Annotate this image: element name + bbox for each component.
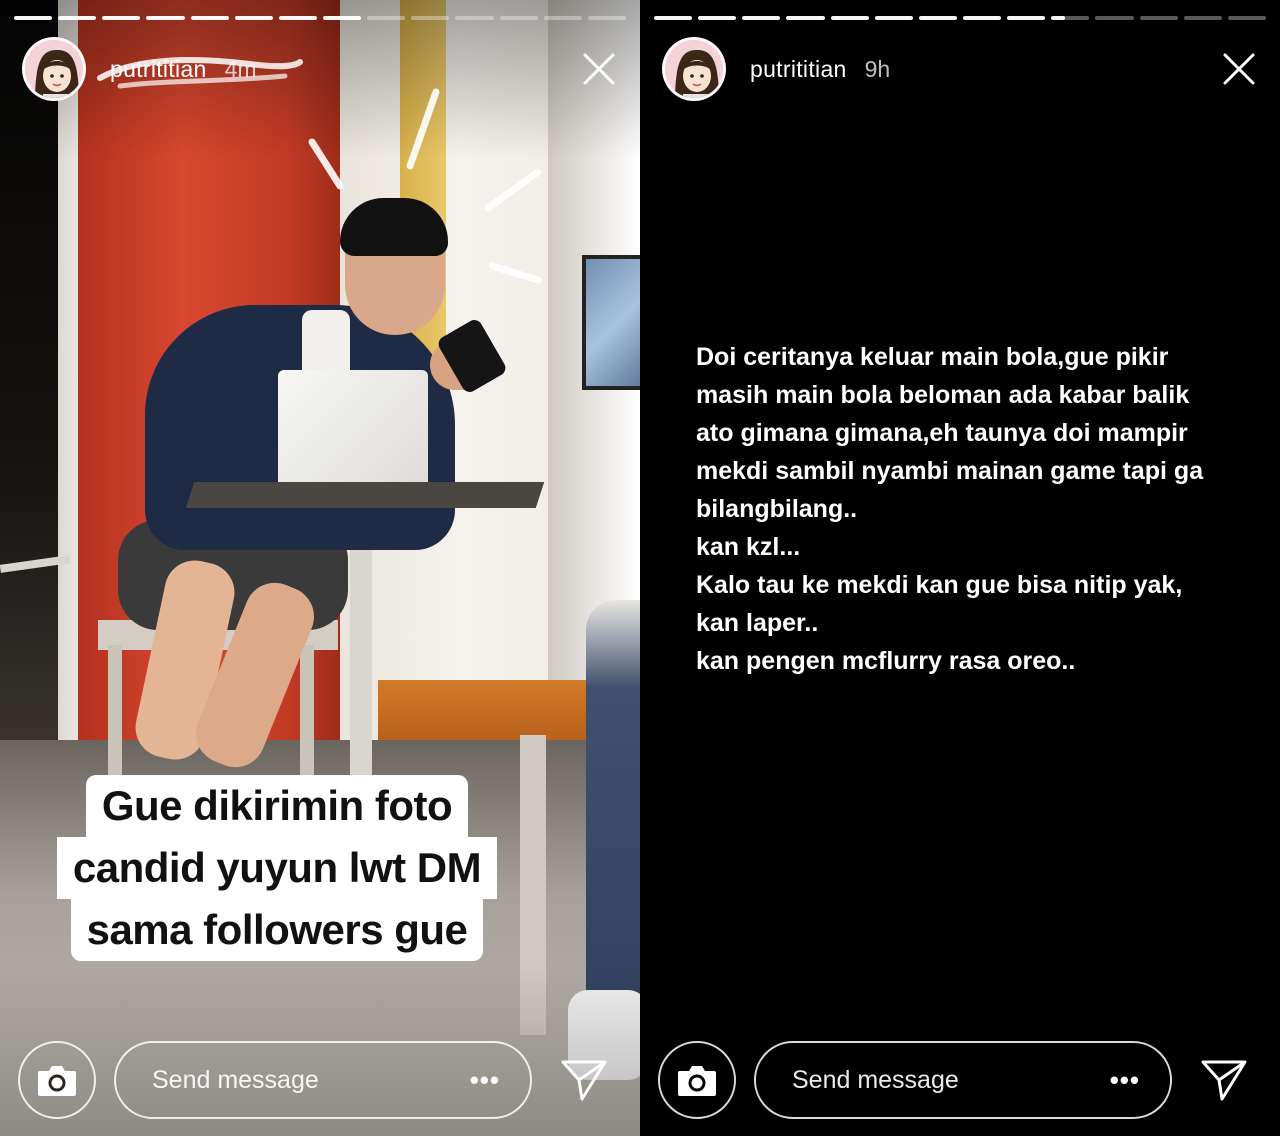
caption-line: Gue dikirimin foto	[85, 775, 469, 837]
story-footer: Send message •••	[18, 1040, 622, 1120]
progress-segment	[1095, 16, 1134, 20]
progress-segment	[146, 16, 185, 20]
progress-segment-fill	[918, 16, 957, 20]
progress-segment	[1227, 16, 1266, 20]
progress-segment	[278, 16, 317, 20]
progress-segment	[367, 16, 406, 20]
avatar[interactable]	[22, 37, 86, 101]
progress-segment	[322, 16, 362, 20]
progress-segment-fill	[830, 16, 869, 20]
story-text-line: Doi ceritanya keluar main bola,gue pikir	[696, 343, 1169, 371]
progress-segment	[411, 16, 450, 20]
progress-segment	[742, 16, 781, 20]
story-text[interactable]: putrititian 9h Doi ceritanya keluar main…	[640, 0, 1280, 1136]
send-button[interactable]	[1198, 1054, 1250, 1106]
progress-segment	[102, 16, 141, 20]
message-placeholder: Send message	[792, 1065, 959, 1094]
story-photo[interactable]: putrititian 4m Gue dikirimin foto candid…	[0, 0, 640, 1136]
camera-icon	[38, 1066, 76, 1096]
progress-segment	[962, 16, 1002, 20]
story-username[interactable]: putrititian	[750, 56, 847, 83]
close-icon	[1223, 53, 1255, 85]
story-photo-image	[0, 0, 640, 1136]
story-text-line: kan pengen mcflurry rasa oreo..	[696, 647, 1076, 675]
send-icon	[561, 1060, 607, 1101]
camera-button[interactable]	[658, 1041, 736, 1119]
camera-icon	[678, 1066, 716, 1096]
story-text-line: Kalo tau ke mekdi kan gue bisa nitip yak…	[696, 571, 1183, 599]
story-text-line: bilangbilang..	[696, 495, 858, 523]
close-icon	[583, 53, 615, 85]
more-dots-icon[interactable]: •••	[470, 1065, 500, 1096]
send-button[interactable]	[558, 1054, 610, 1106]
progress-segment	[14, 16, 53, 20]
camera-button[interactable]	[18, 1041, 96, 1119]
more-dots-icon[interactable]: •••	[1110, 1065, 1140, 1096]
caption-line: sama followers gue	[70, 899, 484, 961]
message-placeholder: Send message	[152, 1065, 319, 1094]
progress-segment-fill	[234, 16, 273, 20]
avatar-illustration-icon	[25, 40, 83, 98]
progress-segment-fill	[278, 16, 317, 20]
progress-segment	[698, 16, 737, 20]
story-progress	[14, 16, 626, 20]
send-message-input[interactable]: Send message •••	[754, 1041, 1172, 1119]
progress-segment-fill	[786, 16, 825, 20]
send-message-input[interactable]: Send message •••	[114, 1041, 532, 1119]
progress-segment	[455, 16, 494, 20]
progress-segment	[587, 16, 626, 20]
progress-segment	[830, 16, 869, 20]
progress-segment	[1051, 16, 1090, 20]
send-icon	[1201, 1060, 1247, 1101]
progress-segment	[499, 16, 538, 20]
progress-segment	[58, 16, 97, 20]
story-text-line: ato gimana gimana,eh taunya doi mampir	[696, 419, 1188, 447]
progress-segment-fill	[322, 16, 362, 20]
progress-segment-fill	[654, 16, 693, 20]
story-time: 9h	[864, 55, 891, 82]
close-button[interactable]	[576, 46, 622, 92]
story-progress	[654, 16, 1266, 20]
progress-segment	[1007, 16, 1046, 20]
progress-segment-fill	[962, 16, 1002, 20]
story-header: putrititian 4m	[22, 36, 622, 102]
progress-segment-fill	[14, 16, 53, 20]
story-text-line: masih main bola beloman ada kabar balik	[696, 381, 1190, 409]
progress-segment-fill	[190, 16, 229, 20]
progress-segment	[654, 16, 693, 20]
progress-segment	[190, 16, 229, 20]
story-text-line: mekdi sambil nyambi mainan game tapi ga	[696, 457, 1204, 485]
progress-segment	[234, 16, 273, 20]
avatar-illustration-icon	[665, 40, 723, 98]
progress-segment-fill	[1007, 16, 1046, 20]
story-caption: Gue dikirimin foto candid yuyun lwt DM s…	[34, 775, 520, 961]
progress-segment	[1183, 16, 1222, 20]
progress-segment	[543, 16, 582, 20]
progress-segment-fill	[146, 16, 185, 20]
story-text-line: kan laper..	[696, 609, 819, 637]
story-footer: Send message •••	[658, 1040, 1262, 1120]
caption-line: candid yuyun lwt DM	[56, 837, 498, 899]
scribble-doodle	[97, 56, 303, 88]
progress-segment-fill	[698, 16, 737, 20]
progress-segment-fill	[102, 16, 141, 20]
progress-segment	[874, 16, 913, 20]
progress-segment	[918, 16, 957, 20]
progress-segment-fill	[742, 16, 781, 20]
progress-segment	[1139, 16, 1178, 20]
progress-segment-fill	[874, 16, 913, 20]
progress-segment-fill	[1051, 16, 1065, 20]
avatar[interactable]	[662, 37, 726, 101]
close-button[interactable]	[1216, 46, 1262, 92]
story-body-text: Doi ceritanya keluar main bola,gue pikir…	[696, 338, 1266, 680]
story-header: putrititian 9h	[662, 36, 1262, 102]
progress-segment	[786, 16, 825, 20]
progress-segment-fill	[58, 16, 97, 20]
story-text-line: kan kzl...	[696, 533, 801, 561]
